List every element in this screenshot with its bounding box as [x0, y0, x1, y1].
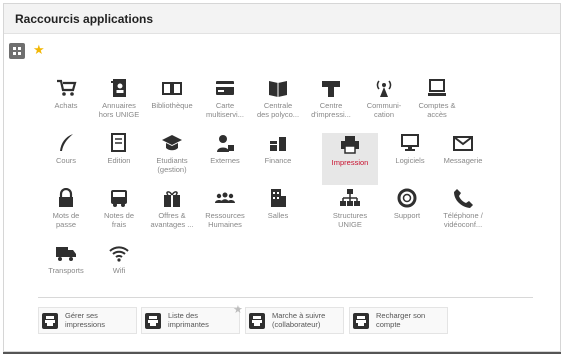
- shortcut-label: Recharger son compte: [376, 311, 426, 329]
- cart-icon: [57, 79, 77, 96]
- shortcut-recharger-compte[interactable]: Recharger son compte: [349, 307, 448, 334]
- app-label: Structures UNIGE: [332, 211, 368, 229]
- lock-icon: [59, 188, 73, 207]
- panel-title: Raccourcis applications: [4, 4, 560, 34]
- bus-icon: [111, 190, 127, 207]
- app-label: Achats: [54, 101, 78, 110]
- shortcut-gerer-impressions[interactable]: Gérer ses impressions: [38, 307, 137, 334]
- app-label: Wifi: [112, 266, 126, 275]
- monitor-icon: [401, 134, 419, 151]
- favorites-star-icon[interactable]: ★: [33, 42, 45, 58]
- app-impression[interactable]: Impression: [322, 133, 378, 185]
- app-transports[interactable]: Transports: [38, 243, 94, 295]
- app-label: Etudiants (gestion): [156, 156, 188, 174]
- app-structures[interactable]: Structures UNIGE: [322, 188, 378, 240]
- app-label: Ressources Humaines: [205, 211, 245, 229]
- app-centrale[interactable]: Centrale des polyco...: [250, 78, 306, 130]
- app-label: Téléphone / vidéoconf...: [443, 211, 483, 229]
- app-label: Cours: [55, 156, 76, 165]
- app-label: Centrale des polyco...: [256, 101, 300, 119]
- antenna-icon: [376, 80, 392, 97]
- graduation-cap-icon: [162, 135, 182, 151]
- app-bibliotheque[interactable]: Bibliothèque: [144, 78, 200, 130]
- app-notes-de-frais[interactable]: Notes de frais: [91, 188, 147, 240]
- app-mots-de-passe[interactable]: Mots de passe: [38, 188, 94, 240]
- book-icon: [162, 82, 182, 95]
- app-label: Offres & avantages ...: [150, 211, 194, 229]
- panel-bottom-border: [3, 352, 561, 354]
- app-ressources-humaines[interactable]: Ressources Humaines: [197, 188, 253, 240]
- app-label: Bibliothèque: [151, 101, 193, 110]
- printer-icon: [42, 313, 58, 329]
- app-etudiants[interactable]: Etudiants (gestion): [144, 133, 200, 185]
- people-icon: [215, 192, 235, 203]
- hierarchy-icon: [340, 189, 360, 206]
- app-communication[interactable]: Communi- cation: [356, 78, 412, 130]
- app-label: Logiciels: [395, 156, 425, 165]
- app-support[interactable]: Support: [379, 188, 435, 240]
- app-edition[interactable]: Edition: [91, 133, 147, 185]
- app-label: Support: [393, 211, 421, 220]
- app-label: Impression: [331, 158, 369, 167]
- person-badge-icon: [217, 135, 234, 152]
- computer-icon: [428, 79, 446, 96]
- grid-view-icon[interactable]: [9, 43, 25, 59]
- app-annuaires[interactable]: Annuaires hors UNIGE: [91, 78, 147, 130]
- app-label: Finance: [264, 156, 292, 165]
- coins-icon: [270, 137, 286, 151]
- address-book-icon: [111, 79, 126, 97]
- favorite-star-icon[interactable]: ★: [233, 303, 243, 316]
- app-cours[interactable]: Cours: [38, 133, 94, 185]
- app-label: Communi- cation: [366, 101, 402, 119]
- shortcut-label: Marche à suivre (collaborateur): [272, 311, 326, 329]
- app-externes[interactable]: Externes: [197, 133, 253, 185]
- wifi-icon: [109, 246, 129, 262]
- shortcut-marche-a-suivre[interactable]: Marche à suivre (collaborateur): [245, 307, 344, 334]
- app-label: Messagerie: [443, 156, 483, 165]
- building-icon: [271, 189, 286, 207]
- envelope-icon: [453, 136, 473, 151]
- app-telephone[interactable]: Téléphone / vidéoconf...: [435, 188, 491, 240]
- app-label: Annuaires hors UNIGE: [98, 101, 140, 119]
- app-offres[interactable]: Offres & avantages ...: [144, 188, 200, 240]
- app-wifi[interactable]: Wifi: [91, 243, 147, 295]
- app-label: Comptes & accès: [418, 101, 456, 119]
- truck-icon: [56, 247, 76, 261]
- app-label: Externes: [210, 156, 240, 165]
- shortcut-label: Liste des imprimantes: [168, 311, 209, 329]
- gift-icon: [164, 190, 180, 207]
- print-center-icon: [322, 81, 340, 97]
- app-finance[interactable]: Finance: [250, 133, 306, 185]
- open-book-icon: [269, 81, 287, 97]
- shortcut-label: Gérer ses impressions: [65, 311, 106, 329]
- shortcuts-divider: [38, 297, 533, 298]
- app-logiciels[interactable]: Logiciels: [382, 133, 438, 185]
- app-label: Edition: [107, 156, 131, 165]
- app-comptes[interactable]: Comptes & accès: [409, 78, 465, 130]
- app-messagerie[interactable]: Messagerie: [435, 133, 491, 185]
- app-carte[interactable]: Carte multiservi...: [197, 78, 253, 130]
- printer-icon: [341, 136, 359, 154]
- app-label: Transports: [48, 266, 84, 275]
- app-label: Salles: [267, 211, 289, 220]
- app-label: Notes de frais: [103, 211, 135, 229]
- app-centre-impression[interactable]: Centre d'impressi...: [303, 78, 359, 130]
- app-label: Carte multiservi...: [206, 101, 244, 119]
- app-label: Mots de passe: [52, 211, 80, 229]
- printer-icon: [353, 313, 369, 329]
- app-achats[interactable]: Achats: [38, 78, 94, 130]
- app-salles[interactable]: Salles: [250, 188, 306, 240]
- card-icon: [216, 81, 234, 95]
- quill-icon: [60, 134, 73, 151]
- printer-icon: [145, 313, 161, 329]
- lifebuoy-icon: [397, 188, 417, 208]
- edit-document-icon: [111, 133, 126, 152]
- shortcut-liste-imprimantes[interactable]: Liste des imprimantes: [141, 307, 240, 334]
- app-label: Centre d'impressi...: [311, 101, 351, 119]
- phone-icon: [454, 189, 473, 208]
- printer-icon: [249, 313, 265, 329]
